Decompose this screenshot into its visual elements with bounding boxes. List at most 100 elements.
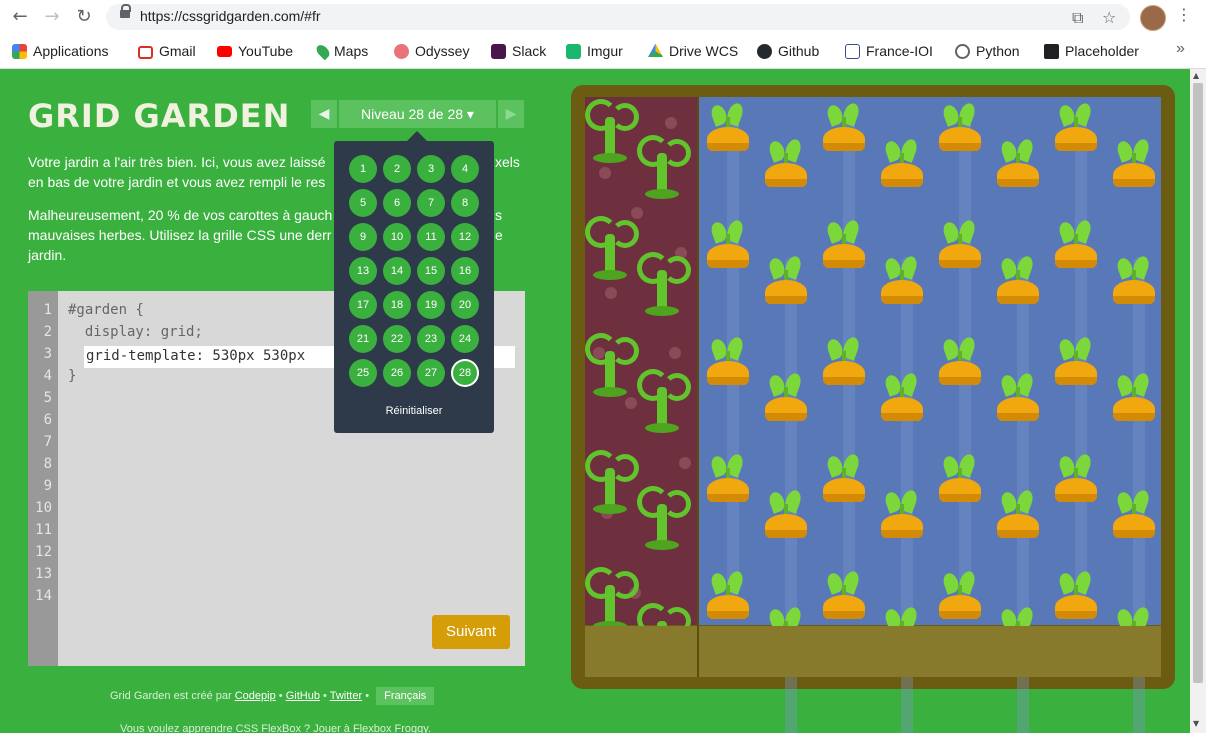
apps-grid-icon	[12, 43, 27, 59]
youtube-icon	[217, 45, 232, 57]
gmail-icon	[138, 45, 153, 59]
level-button-20[interactable]: 20	[451, 291, 479, 319]
line-number: 11	[35, 522, 52, 538]
level-button-19[interactable]: 19	[417, 291, 445, 319]
weed-plant	[585, 565, 639, 631]
slack-icon	[491, 43, 506, 59]
level-button-14[interactable]: 14	[383, 257, 411, 285]
weed-plant	[637, 133, 691, 199]
level-indicator[interactable]: Niveau 28 de 28 ▾	[339, 100, 496, 128]
line-number: 4	[43, 368, 52, 384]
line-number: 9	[43, 478, 52, 494]
star-bookmark-icon[interactable]: ☆	[1102, 8, 1116, 27]
level-button-16[interactable]: 16	[451, 257, 479, 285]
github-link[interactable]: GitHub	[286, 690, 320, 702]
carrot-plant	[1113, 137, 1155, 189]
carrot-plant	[997, 254, 1039, 306]
bookmark-slack[interactable]: Slack	[491, 41, 546, 61]
intro-text: s	[495, 207, 502, 223]
carrot-plant	[1113, 488, 1155, 540]
carrot-plant	[881, 254, 923, 306]
dropdown-pointer	[407, 131, 427, 141]
level-button-7[interactable]: 7	[417, 189, 445, 217]
page-scrollbar[interactable]: ▲ ▼	[1190, 69, 1206, 733]
bookmark-france-ioi[interactable]: France-IOI	[845, 41, 933, 61]
level-button-5[interactable]: 5	[349, 189, 377, 217]
menu-dots-icon[interactable]: ⋮	[1176, 5, 1192, 24]
profile-avatar[interactable]	[1140, 5, 1166, 31]
carrot-plant	[765, 137, 807, 189]
intro-text: e	[495, 227, 503, 243]
bookmark-label: Applications	[33, 43, 109, 59]
reset-button[interactable]: Réinitialiser	[334, 405, 494, 417]
carrot-plant	[1055, 335, 1097, 387]
bookmark-python[interactable]: Python	[955, 41, 1020, 61]
line-number: 7	[43, 434, 52, 450]
level-button-6[interactable]: 6	[383, 189, 411, 217]
carrot-plant	[939, 101, 981, 153]
level-button-24[interactable]: 24	[451, 325, 479, 353]
level-button-22[interactable]: 22	[383, 325, 411, 353]
bookmark-label: YouTube	[238, 43, 294, 59]
level-button-17[interactable]: 17	[349, 291, 377, 319]
bookmarks-overflow-icon[interactable]: »	[1176, 40, 1185, 58]
language-selector[interactable]: Français	[376, 687, 435, 705]
next-level-button[interactable]: Suivant	[432, 615, 510, 649]
level-button-1[interactable]: 1	[349, 155, 377, 183]
translate-icon[interactable]: ⧉	[1072, 8, 1083, 28]
soil-pebble	[679, 457, 691, 469]
bookmark-drive[interactable]: Drive WCS	[648, 41, 738, 61]
reload-icon[interactable]: ↻	[72, 6, 96, 28]
previous-level-arrow-icon[interactable]: ◀	[311, 100, 337, 128]
code-line: }	[68, 368, 77, 384]
bookmarks-bar: Applications Gmail YouTube Maps Odyssey …	[0, 38, 1206, 64]
bookmark-maps[interactable]: Maps	[314, 41, 368, 61]
carrot-plant	[707, 452, 749, 504]
bookmark-youtube[interactable]: YouTube	[217, 41, 293, 61]
level-button-21[interactable]: 21	[349, 325, 377, 353]
level-button-9[interactable]: 9	[349, 223, 377, 251]
bookmark-applications[interactable]: Applications	[12, 41, 109, 61]
codepip-link[interactable]: Codepip	[235, 690, 276, 702]
url-text[interactable]: https://cssgridgarden.com/#fr	[140, 8, 321, 24]
level-button-15[interactable]: 15	[417, 257, 445, 285]
bookmark-gmail[interactable]: Gmail	[138, 41, 196, 61]
intro-text: Votre jardin a l'air très bien. Ici, vou…	[28, 154, 326, 170]
level-button-18[interactable]: 18	[383, 291, 411, 319]
level-button-2[interactable]: 2	[383, 155, 411, 183]
level-button-28[interactable]: 28	[451, 359, 479, 387]
bookmark-github[interactable]: Github	[757, 41, 819, 61]
level-button-25[interactable]: 25	[349, 359, 377, 387]
level-button-27[interactable]: 27	[417, 359, 445, 387]
level-button-8[interactable]: 8	[451, 189, 479, 217]
odyssey-icon	[394, 43, 409, 59]
back-arrow-icon[interactable]: ←	[8, 6, 32, 28]
carrot-plant	[881, 371, 923, 423]
github-icon	[757, 43, 772, 59]
carrot-plant	[823, 335, 865, 387]
level-button-23[interactable]: 23	[417, 325, 445, 353]
level-button-11[interactable]: 11	[417, 223, 445, 251]
footer-promo[interactable]: Vous voulez apprendre CSS FlexBox ? Joue…	[120, 723, 431, 733]
code-line: #garden {	[68, 302, 144, 318]
twitter-link[interactable]: Twitter	[330, 690, 362, 702]
css-input-value[interactable]: grid-template: 530px 530px	[86, 348, 305, 364]
level-button-3[interactable]: 3	[417, 155, 445, 183]
scrollbar-thumb[interactable]	[1193, 83, 1203, 683]
level-button-12[interactable]: 12	[451, 223, 479, 251]
next-level-arrow-icon[interactable]: ▶	[498, 100, 524, 128]
level-button-26[interactable]: 26	[383, 359, 411, 387]
level-button-10[interactable]: 10	[383, 223, 411, 251]
level-button-4[interactable]: 4	[451, 155, 479, 183]
carrot-plant	[939, 218, 981, 270]
weed-plant	[637, 367, 691, 433]
forward-arrow-icon[interactable]: →	[40, 6, 64, 28]
bookmark-odyssey[interactable]: Odyssey	[394, 41, 469, 61]
scroll-up-arrow-icon[interactable]: ▲	[1193, 71, 1199, 80]
address-bar[interactable]: https://cssgridgarden.com/#fr ⧉ ☆	[106, 4, 1130, 30]
bookmark-placeholder[interactable]: Placeholder	[1044, 41, 1139, 61]
france-ioi-icon	[845, 43, 860, 59]
bookmark-imgur[interactable]: Imgur	[566, 41, 623, 61]
level-button-13[interactable]: 13	[349, 257, 377, 285]
scroll-down-arrow-icon[interactable]: ▼	[1193, 719, 1199, 728]
